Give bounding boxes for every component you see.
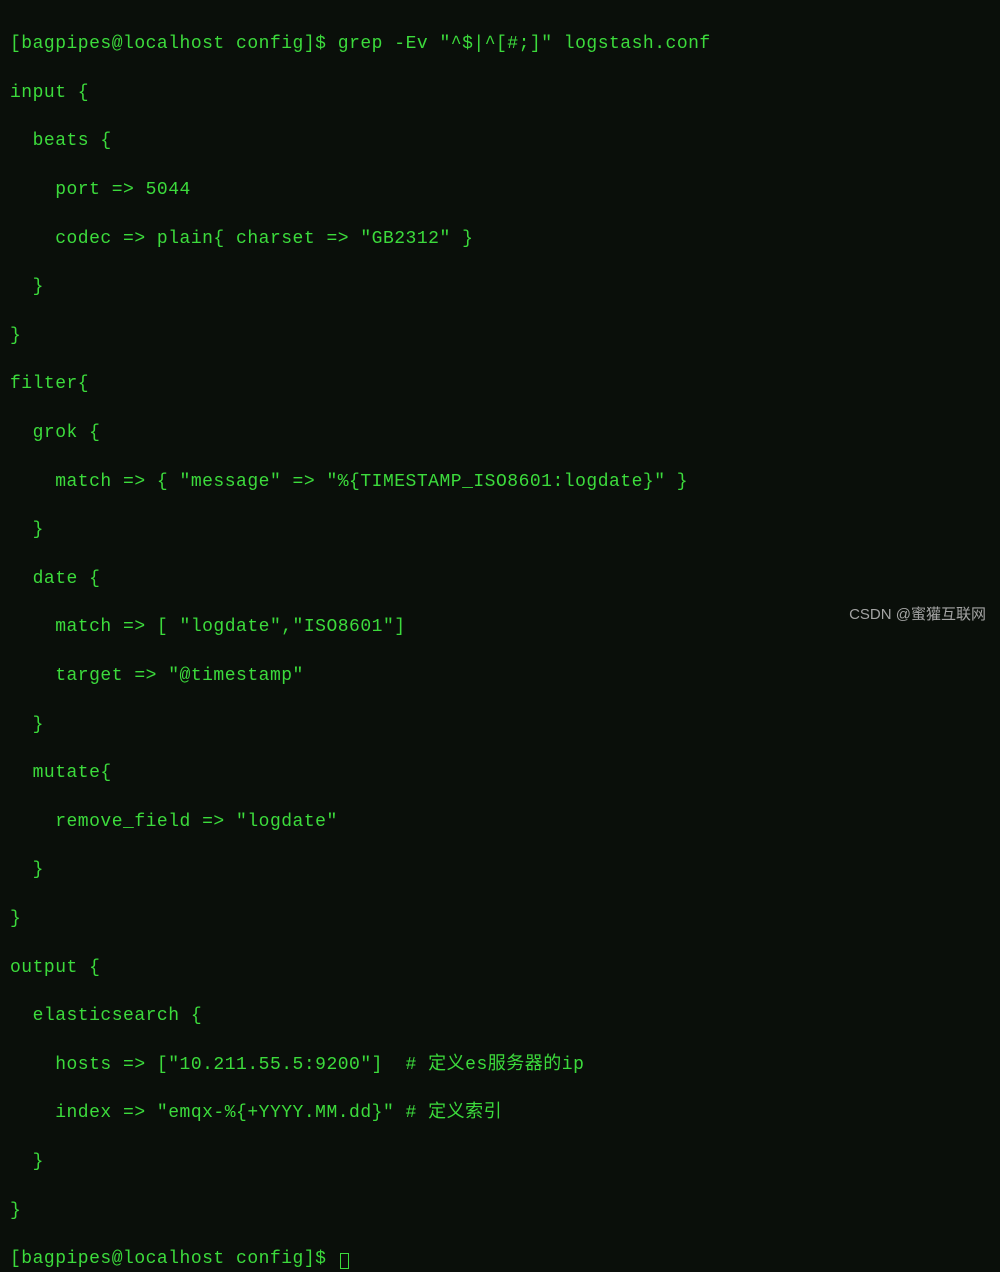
output-line: port => 5044	[10, 178, 990, 202]
output-line: }	[10, 1199, 990, 1223]
output-line: hosts => ["10.211.55.5:9200"] # 定义es服务器的…	[10, 1053, 990, 1077]
output-line: output {	[10, 956, 990, 980]
output-line: }	[10, 713, 990, 737]
output-line: index => "emqx-%{+YYYY.MM.dd}" # 定义索引	[10, 1101, 990, 1125]
terminal-window[interactable]: [bagpipes@localhost config]$ grep -Ev "^…	[10, 8, 990, 1272]
output-line: target => "@timestamp"	[10, 664, 990, 688]
output-line: }	[10, 324, 990, 348]
output-line: filter{	[10, 372, 990, 396]
prompt-line-2[interactable]: [bagpipes@localhost config]$	[10, 1247, 990, 1271]
output-line: date {	[10, 567, 990, 591]
output-line: }	[10, 275, 990, 299]
output-line: }	[10, 1150, 990, 1174]
output-line: }	[10, 907, 990, 931]
output-line: input {	[10, 81, 990, 105]
output-line: }	[10, 858, 990, 882]
output-line: elasticsearch {	[10, 1004, 990, 1028]
watermark-text: CSDN @蜜獾互联网	[849, 603, 986, 624]
output-line: }	[10, 518, 990, 542]
output-line: match => { "message" => "%{TIMESTAMP_ISO…	[10, 470, 990, 494]
prompt-line-1: [bagpipes@localhost config]$ grep -Ev "^…	[10, 32, 990, 56]
output-line: mutate{	[10, 761, 990, 785]
output-line: match => [ "logdate","ISO8601"]	[10, 615, 990, 639]
output-line: grok {	[10, 421, 990, 445]
output-line: codec => plain{ charset => "GB2312" }	[10, 227, 990, 251]
command-text: grep -Ev "^$|^[#;]" logstash.conf	[338, 34, 711, 54]
cursor-icon	[340, 1253, 349, 1269]
output-line: beats {	[10, 129, 990, 153]
output-line: remove_field => "logdate"	[10, 810, 990, 834]
shell-prompt: [bagpipes@localhost config]$	[10, 34, 338, 54]
shell-prompt: [bagpipes@localhost config]$	[10, 1249, 338, 1269]
